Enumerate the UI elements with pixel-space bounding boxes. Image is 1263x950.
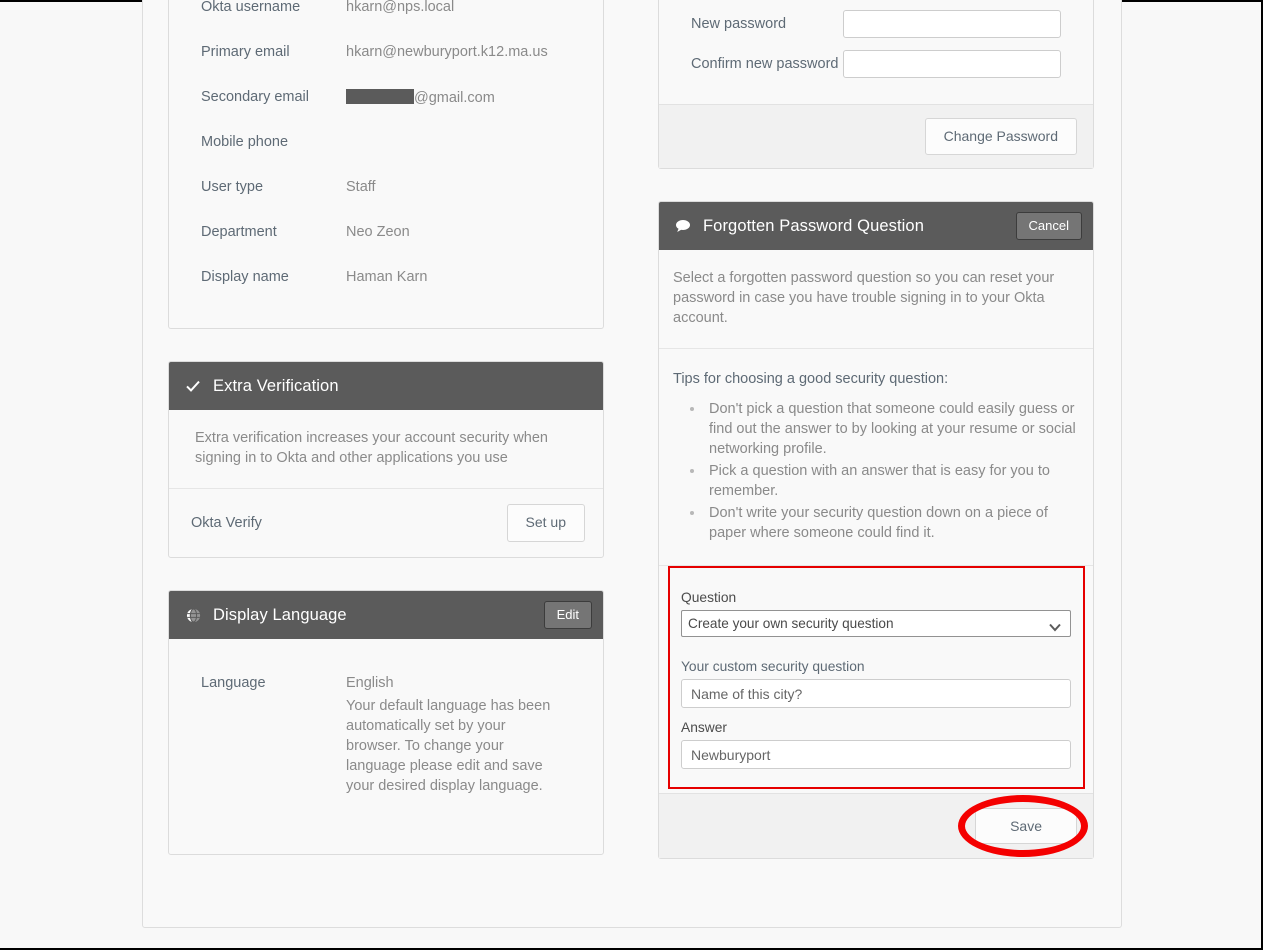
display-language-header: Display Language Edit <box>169 591 603 639</box>
extra-verification-panel: Extra Verification Extra verification in… <box>168 361 604 558</box>
question-label: Question <box>681 590 737 606</box>
change-password-button[interactable]: Change Password <box>924 118 1077 156</box>
profile-value: hkarn@nps.local <box>346 0 455 15</box>
cancel-button[interactable]: Cancel <box>1015 212 1082 241</box>
language-label: Language <box>201 675 266 691</box>
confirm-password-label: Confirm new password <box>691 56 839 72</box>
list-item: Pick a question with an answer that is e… <box>705 461 1077 501</box>
list-item: Don't pick a question that someone could… <box>705 399 1077 459</box>
profile-label: Display name <box>201 269 289 285</box>
answer-label: Answer <box>681 720 728 736</box>
set-up-button[interactable]: Set up <box>506 504 585 542</box>
browser-viewport: Last name Karn Okta username hkarn@nps.l… <box>0 0 1263 950</box>
custom-question-label: Your custom security question <box>681 659 865 675</box>
profile-label: Secondary email <box>201 89 309 105</box>
redaction-bar <box>346 89 414 104</box>
edit-language-button[interactable]: Edit <box>543 601 592 629</box>
forgotten-password-footer: Save <box>659 793 1093 859</box>
change-password-body: Current password New password Confirm ne… <box>659 0 1093 104</box>
language-value-block: English Your default language has been a… <box>346 675 551 796</box>
answer-field: Answer <box>659 720 1093 770</box>
custom-question-field: Your custom security question <box>659 659 1093 709</box>
profile-label: Department <box>201 224 277 240</box>
okta-verify-label: Okta Verify <box>191 515 262 531</box>
profile-value: Haman Karn <box>346 269 428 285</box>
profile-value: Neo Zeon <box>346 224 410 240</box>
profile-value: hkarn@newburyport.k12.ma.us <box>346 44 548 60</box>
right-column: Current password New password Confirm ne… <box>658 0 1094 891</box>
speech-bubble-icon <box>673 219 693 233</box>
display-language-panel: Display Language Edit Language English Y… <box>168 590 604 855</box>
question-select-wrapper: Create your own security question <box>681 610 1071 638</box>
custom-question-input[interactable] <box>681 679 1071 709</box>
question-field: Question Create your own security questi… <box>659 590 1093 638</box>
confirm-password-row: Confirm new password <box>691 50 1061 78</box>
tips-list: Don't pick a question that someone could… <box>673 399 1077 543</box>
language-row: Language English Your default language h… <box>169 675 603 796</box>
personal-information-body: Last name Karn Okta username hkarn@nps.l… <box>169 0 603 328</box>
tips-title: Tips for choosing a good security questi… <box>673 371 949 388</box>
new-password-row: New password <box>691 10 1061 38</box>
profile-row-primary-email: Primary email hkarn@newburyport.k12.ma.u… <box>169 32 603 77</box>
forgotten-password-panel: Forgotten Password Question Cancel Selec… <box>658 201 1094 860</box>
profile-label: Mobile phone <box>201 134 289 150</box>
change-password-panel: Current password New password Confirm ne… <box>658 0 1094 170</box>
forgotten-password-header: Forgotten Password Question Cancel <box>659 202 1093 251</box>
profile-row-department: Department Neo Zeon <box>169 212 603 257</box>
forgotten-password-description-block: Select a forgotten password question so … <box>659 250 1093 350</box>
personal-information-panel: Last name Karn Okta username hkarn@nps.l… <box>168 0 604 329</box>
security-question-form: Question Create your own security questi… <box>659 566 1093 793</box>
extra-verification-header: Extra Verification <box>169 362 603 410</box>
save-button[interactable]: Save <box>975 808 1077 845</box>
forgotten-password-description: Select a forgotten password question so … <box>673 270 1055 327</box>
list-item: Don't write your security question down … <box>705 503 1077 543</box>
language-value: English <box>346 675 394 691</box>
new-password-label: New password <box>691 16 787 32</box>
extra-verification-description-block: Extra verification increases your accoun… <box>169 410 603 488</box>
left-column: Last name Karn Okta username hkarn@nps.l… <box>168 0 604 887</box>
answer-input[interactable] <box>681 740 1071 770</box>
check-icon <box>183 378 203 394</box>
profile-row-secondary-email: Secondary email @gmail.com <box>169 77 603 122</box>
profile-label: Okta username <box>201 0 301 15</box>
profile-row-display-name: Display name Haman Karn <box>169 257 603 302</box>
globe-icon <box>183 607 203 623</box>
profile-row-user-type: User type Staff <box>169 167 603 212</box>
profile-label: Primary email <box>201 44 290 60</box>
question-select[interactable]: Create your own security question <box>681 610 1071 638</box>
profile-value: @gmail.com <box>414 90 495 106</box>
profile-row-mobile-phone: Mobile phone <box>169 122 603 167</box>
display-language-title: Display Language <box>213 605 347 624</box>
forgotten-password-title: Forgotten Password Question <box>703 216 924 235</box>
change-password-footer: Change Password <box>659 104 1093 169</box>
extra-verification-description: Extra verification increases your accoun… <box>195 430 548 466</box>
profile-row-okta-username: Okta username hkarn@nps.local <box>169 0 603 32</box>
security-question-tips: Tips for choosing a good security questi… <box>659 349 1093 567</box>
confirm-password-input[interactable] <box>843 50 1061 78</box>
language-note: Your default language has been automatic… <box>346 698 551 794</box>
profile-value-redacted: @gmail.com <box>346 77 495 106</box>
display-language-body: Language English Your default language h… <box>169 639 603 854</box>
profile-label: User type <box>201 179 264 195</box>
new-password-input[interactable] <box>843 10 1061 38</box>
profile-value: Staff <box>346 179 376 195</box>
okta-verify-row: Okta Verify Set up <box>169 489 603 557</box>
extra-verification-title: Extra Verification <box>213 376 339 395</box>
